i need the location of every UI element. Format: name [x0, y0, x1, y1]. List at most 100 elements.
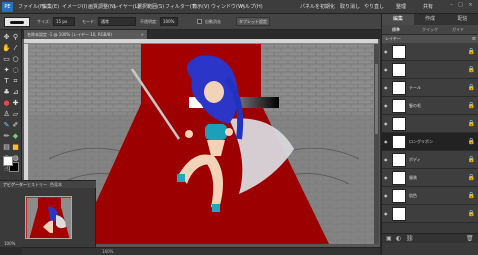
- visibility-icon[interactable]: ◉: [384, 85, 390, 90]
- lock-icon[interactable]: 🔒: [468, 48, 475, 55]
- brush-preset-picker[interactable]: [4, 17, 30, 27]
- pencil-tool-icon[interactable]: ✏: [2, 132, 11, 141]
- foreground-color-swatch[interactable]: [3, 156, 13, 166]
- mode-select[interactable]: 通常: [98, 17, 136, 26]
- new-layer-icon[interactable]: ▣: [386, 235, 392, 242]
- tablet-settings-button[interactable]: タブレット設定: [236, 17, 270, 26]
- layer-row[interactable]: ◉ 🔒: [382, 205, 478, 223]
- reset-panels-button[interactable]: パネルを初期化: [300, 3, 335, 10]
- lock-icon[interactable]: 🔒: [468, 102, 475, 109]
- document-tab[interactable]: 名称未設定 -1 @ 100% (レイヤー 10, RGB/8) ×: [24, 30, 148, 39]
- redo-button[interactable]: やり直し: [364, 3, 384, 10]
- document-tab-title: 名称未設定 -1 @ 100% (レイヤー 10, RGB/8): [27, 32, 112, 37]
- lock-icon[interactable]: 🔒: [468, 66, 475, 73]
- layer-row[interactable]: ◉ 服装 🔒: [382, 169, 478, 187]
- straighten-tool-icon[interactable]: ⊿: [11, 88, 20, 97]
- visibility-icon[interactable]: ◉: [384, 139, 390, 144]
- layer-row[interactable]: ◉ 🔒: [382, 61, 478, 79]
- menu-select[interactable]: 選択範囲(S): [137, 3, 164, 10]
- subtab-quick[interactable]: クイック: [422, 27, 438, 33]
- layer-row[interactable]: ◉ 髪の毛 🔒: [382, 97, 478, 115]
- size-field[interactable]: 15 px: [53, 17, 75, 26]
- adjustment-layer-icon[interactable]: ◐: [396, 235, 401, 242]
- tab-swatches[interactable]: 色見本: [50, 182, 62, 188]
- organize-button[interactable]: 整理: [396, 3, 406, 10]
- layer-row[interactable]: ◉ テール 🔒: [382, 79, 478, 97]
- visibility-icon[interactable]: ◉: [384, 121, 390, 126]
- visibility-icon[interactable]: ◉: [384, 67, 390, 72]
- menu-file[interactable]: ファイル(F): [18, 3, 45, 10]
- lock-icon[interactable]: 🔒: [468, 138, 475, 145]
- share-button[interactable]: 共有: [423, 3, 433, 10]
- layer-row[interactable]: ◉ ボディ 🔒: [382, 151, 478, 169]
- mode-tabs: 編集 作成 配信: [382, 14, 478, 25]
- edit-subtabs: 標準 クイック ガイド: [382, 25, 478, 35]
- eyedropper-tool-icon[interactable]: ⁄: [11, 44, 20, 53]
- scrollbar-thumb[interactable]: [375, 64, 378, 134]
- layer-row[interactable]: ◉ 🔒: [382, 115, 478, 133]
- lock-icon[interactable]: 🔒: [468, 174, 475, 181]
- tab-create[interactable]: 作成: [414, 14, 446, 25]
- eraser-tool-icon[interactable]: ▱: [11, 110, 20, 119]
- layer-name: テール: [409, 85, 421, 90]
- minimize-icon[interactable]: –: [448, 2, 455, 9]
- undo-button[interactable]: 取り消し: [340, 3, 360, 10]
- menu-layer[interactable]: レイヤー(L): [113, 3, 140, 10]
- cookie-cutter-tool-icon[interactable]: ♣: [2, 88, 11, 97]
- zoom-tool-icon[interactable]: ⚲: [11, 33, 20, 42]
- close-icon[interactable]: ×: [467, 2, 474, 9]
- shape-tool-icon[interactable]: ■: [11, 143, 20, 152]
- gradient-tool-icon[interactable]: ▤: [2, 143, 11, 152]
- visibility-icon[interactable]: ◉: [384, 175, 390, 180]
- lock-icon[interactable]: 🔒: [468, 192, 475, 199]
- visibility-icon[interactable]: ◉: [384, 157, 390, 162]
- layer-row[interactable]: ◉ 肌色 🔒: [382, 187, 478, 205]
- menu-help[interactable]: ヘルプ(H): [240, 3, 263, 10]
- vertical-scrollbar[interactable]: [374, 44, 379, 244]
- text-tool-icon[interactable]: T: [2, 77, 11, 86]
- opacity-field[interactable]: 100%: [160, 17, 178, 26]
- tab-navigator[interactable]: ナビゲーター: [3, 182, 27, 188]
- crop-tool-icon[interactable]: ⌗: [11, 77, 20, 86]
- subtab-guided[interactable]: ガイド: [452, 27, 464, 33]
- healing-brush-tool-icon[interactable]: ✚: [11, 99, 20, 108]
- brush-tool-icon[interactable]: ✎: [2, 121, 11, 130]
- quick-select-tool-icon[interactable]: ◌: [11, 66, 20, 75]
- link-icon[interactable]: ⛓: [406, 235, 414, 242]
- tab-edit[interactable]: 編集: [382, 14, 414, 25]
- red-eye-tool-icon[interactable]: ●: [2, 99, 11, 108]
- menu-image[interactable]: イメージ(I): [62, 3, 87, 10]
- visibility-icon[interactable]: ◉: [384, 193, 390, 198]
- layer-row[interactable]: ◉ 🔒: [382, 43, 478, 61]
- close-document-icon[interactable]: ×: [141, 30, 144, 39]
- panel-menu-icon[interactable]: ≡: [472, 35, 476, 43]
- visibility-icon[interactable]: ◉: [384, 103, 390, 108]
- lock-icon[interactable]: 🔒: [468, 120, 475, 127]
- layer-row-selected[interactable]: ◉ ロングリボン 🔒: [382, 133, 478, 151]
- paint-bucket-tool-icon[interactable]: ◆: [11, 132, 20, 141]
- navigator-preview[interactable]: [25, 196, 72, 239]
- tab-share[interactable]: 配信: [446, 14, 478, 25]
- move-tool-icon[interactable]: ✥: [2, 33, 11, 42]
- lock-icon[interactable]: 🔒: [468, 156, 475, 163]
- maximize-icon[interactable]: □: [457, 2, 464, 9]
- marquee-tool-icon[interactable]: ▭: [2, 55, 11, 64]
- lock-icon[interactable]: 🔒: [468, 84, 475, 91]
- subtab-full[interactable]: 標準: [392, 27, 400, 33]
- visibility-icon[interactable]: ◉: [384, 211, 390, 216]
- menu-edit[interactable]: 編集(E): [42, 3, 59, 10]
- visibility-icon[interactable]: ◉: [384, 49, 390, 54]
- magic-wand-tool-icon[interactable]: ✦: [2, 66, 11, 75]
- menu-view[interactable]: 表示(V): [192, 3, 209, 10]
- layer-thumbnail: [392, 135, 406, 149]
- hand-tool-icon[interactable]: ✋: [2, 44, 11, 53]
- layers-panel-footer: ▣ ◐ ⛓ 🗑: [382, 233, 478, 243]
- delete-layer-icon[interactable]: 🗑: [466, 235, 474, 242]
- lock-icon[interactable]: 🔒: [468, 210, 475, 217]
- lasso-tool-icon[interactable]: ○: [11, 55, 20, 64]
- clone-stamp-tool-icon[interactable]: ♙: [2, 110, 11, 119]
- menu-enhance[interactable]: 画質調整(N): [88, 3, 116, 10]
- smart-brush-tool-icon[interactable]: ✐: [11, 121, 20, 130]
- autoerase-checkbox[interactable]: [197, 19, 202, 24]
- tab-history[interactable]: ヒストリー: [27, 182, 47, 188]
